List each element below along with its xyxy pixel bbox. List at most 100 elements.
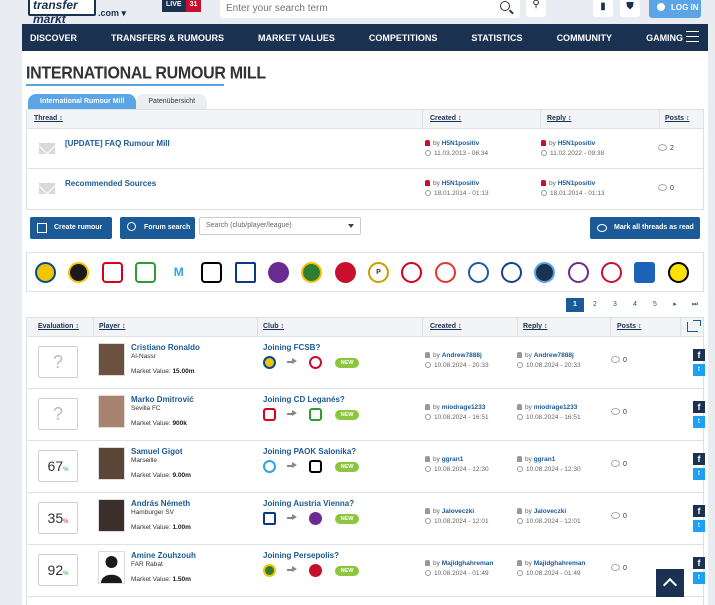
to-club-icon[interactable]	[309, 408, 322, 421]
from-club-icon[interactable]	[263, 356, 276, 369]
player-photo[interactable]	[98, 447, 125, 480]
joining-link[interactable]: Joining CD Leganés?	[263, 395, 345, 404]
scroll-to-top-button[interactable]	[656, 569, 684, 597]
created-user-link[interactable]: H5N1positiv	[442, 140, 480, 147]
domain-select[interactable]: .com ▾	[98, 8, 126, 19]
player-photo[interactable]	[98, 343, 125, 376]
to-club-icon[interactable]	[309, 564, 322, 577]
evaluation-box[interactable]: 92%	[38, 554, 78, 586]
joining-link[interactable]: Joining Persepolis?	[263, 551, 339, 560]
no-club-icon[interactable]	[401, 261, 423, 283]
facebook-icon[interactable]: f	[693, 453, 705, 465]
th-reply[interactable]: Reply ↕	[547, 115, 572, 122]
facebook-icon[interactable]: f	[693, 349, 705, 361]
reply-user-link[interactable]: Andrew7888j	[534, 352, 574, 359]
player-name-link[interactable]: Cristiano Ronaldo	[131, 343, 200, 352]
hsv-crest-icon[interactable]	[234, 261, 256, 283]
evaluation-box[interactable]: 67%	[38, 450, 78, 482]
page-3[interactable]: 3	[606, 298, 624, 312]
shield-icon[interactable]: ⛊	[620, 0, 640, 17]
created-user-link[interactable]: Majidghahreman	[442, 560, 494, 567]
hoffenheim-crest-icon[interactable]	[634, 261, 656, 283]
qpr-crest-icon[interactable]	[467, 261, 489, 283]
reply-user-link[interactable]: miodrage1233	[534, 404, 578, 411]
reply-user-link[interactable]: H5N1positiv	[558, 140, 596, 147]
bookmark-icon[interactable]: ▮	[593, 0, 613, 17]
created-user-link[interactable]: Jaloveczki	[442, 508, 475, 515]
to-club-icon[interactable]	[309, 356, 322, 369]
page-5[interactable]: 5	[646, 298, 664, 312]
from-club-icon[interactable]	[263, 512, 276, 525]
evaluation-box[interactable]: 35%	[38, 502, 78, 534]
th-posts[interactable]: Posts ↕	[665, 115, 690, 122]
reply-user-link[interactable]: H5N1positiv	[558, 180, 596, 187]
club-player-league-select[interactable]: Search (club/player/league)	[199, 217, 361, 235]
page-2[interactable]: 2	[586, 298, 604, 312]
sevilla-crest-icon[interactable]	[101, 261, 123, 283]
paok-crest-icon[interactable]	[201, 261, 223, 283]
joining-link[interactable]: Joining Austria Vienna?	[263, 499, 354, 508]
reply-user-link[interactable]: Majidghahreman	[534, 560, 586, 567]
club-navy-crest-icon[interactable]	[534, 261, 556, 283]
created-user-link[interactable]: ggran1	[442, 456, 464, 463]
austria-wien-crest-icon[interactable]	[268, 261, 290, 283]
nav-gaming[interactable]: GAMING	[646, 33, 683, 43]
player-photo[interactable]	[98, 395, 125, 428]
facebook-icon[interactable]: f	[693, 505, 705, 517]
to-club-icon[interactable]	[309, 512, 322, 525]
joining-link[interactable]: Joining PAOK Salonika?	[263, 447, 356, 456]
search-icon[interactable]	[500, 1, 510, 11]
al-nassr-crest-icon[interactable]	[35, 261, 56, 283]
next-page-icon[interactable]: ▸	[666, 298, 684, 312]
th-club[interactable]: Club ↕	[263, 323, 284, 330]
th-created[interactable]: Created ↕	[430, 323, 462, 330]
club-blue-crest-icon[interactable]	[501, 261, 523, 283]
reply-user-link[interactable]: ggran1	[534, 456, 556, 463]
login-button[interactable]: LOG IN	[649, 0, 701, 18]
th-player[interactable]: Player ↕	[99, 323, 125, 330]
player-photo-placeholder[interactable]	[98, 551, 125, 584]
search-input[interactable]	[226, 0, 486, 16]
created-user-link[interactable]: H5N1positiv	[442, 180, 480, 187]
twitter-icon[interactable]: t	[693, 468, 705, 480]
created-user-link[interactable]: miodrage1233	[442, 404, 486, 411]
evaluation-box[interactable]: ?	[38, 346, 78, 378]
marseille-crest-icon[interactable]: M	[168, 261, 190, 283]
dortmund-crest-icon[interactable]	[667, 261, 689, 283]
persepolis-crest-icon[interactable]	[334, 261, 356, 283]
twitter-icon[interactable]: t	[693, 416, 705, 428]
tab-patenuebersicht[interactable]: Patenübersicht	[136, 94, 208, 109]
joining-link[interactable]: Joining FCSB?	[263, 343, 320, 352]
th-reply[interactable]: Reply ↕	[523, 323, 548, 330]
player-name-link[interactable]: Amine Zouhzouh	[131, 551, 196, 560]
from-club-icon[interactable]	[263, 460, 276, 473]
share-icon[interactable]	[687, 320, 701, 332]
nav-community[interactable]: COMMUNITY	[557, 33, 613, 43]
nav-statistics[interactable]: STATISTICS	[471, 33, 522, 43]
reply-user-link[interactable]: Jaloveczki	[534, 508, 567, 515]
page-1[interactable]: 1	[566, 298, 584, 312]
nav-transfers-rumours[interactable]: TRANSFERS & RUMOURS	[111, 33, 224, 43]
thread-link[interactable]: Recommended Sources	[65, 179, 156, 188]
th-evaluation[interactable]: Evaluation ↕	[38, 323, 79, 330]
far-rabat-crest-icon[interactable]	[301, 261, 323, 283]
club-p-crest-icon[interactable]: P	[367, 261, 389, 283]
transfermarkt-logo[interactable]: transfer markt	[28, 0, 96, 26]
nav-discover[interactable]: DISCOVER	[30, 33, 77, 43]
from-club-icon[interactable]	[263, 408, 276, 421]
player-name-link[interactable]: Samuel Gigot	[131, 447, 183, 456]
player-name-link[interactable]: Marko Dmitrović	[131, 395, 194, 404]
thread-link[interactable]: [UPDATE] FAQ Rumour Mill	[65, 139, 170, 148]
fiorentina-crest-icon[interactable]	[567, 261, 589, 283]
nav-competitions[interactable]: COMPETITIONS	[369, 33, 438, 43]
th-created[interactable]: Created ↕	[430, 115, 462, 122]
mark-all-read-button[interactable]: Mark all threads as read	[590, 217, 700, 239]
twitter-icon[interactable]: t	[693, 520, 705, 532]
th-thread[interactable]: Thread ↕	[34, 115, 63, 122]
menu-icon[interactable]	[686, 31, 699, 42]
club-red-crest-icon[interactable]	[434, 261, 456, 283]
live-badge[interactable]: LIVE 31	[162, 0, 202, 12]
user-search-icon[interactable]: ⚲	[526, 0, 546, 17]
twitter-icon[interactable]: t	[693, 364, 705, 376]
facebook-icon[interactable]: f	[693, 557, 705, 569]
